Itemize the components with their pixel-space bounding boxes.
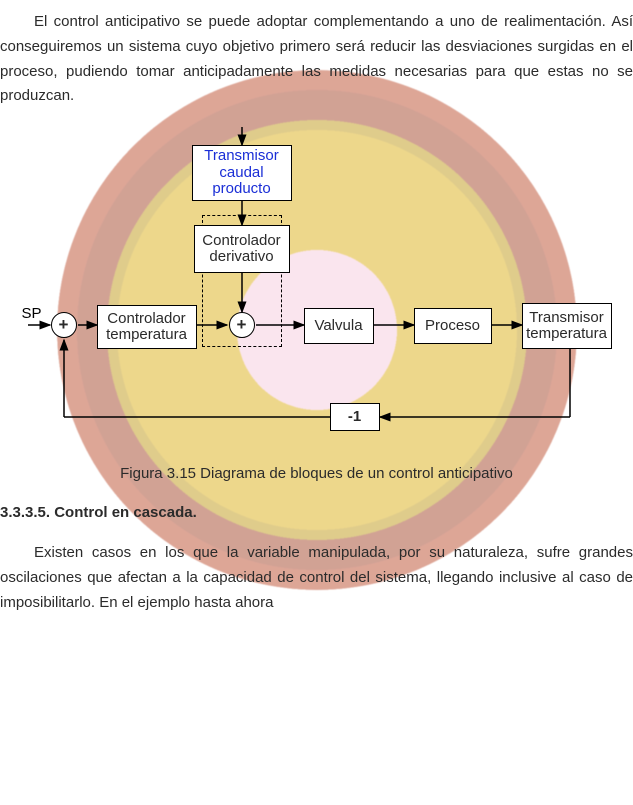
sum-node-1: +: [51, 312, 77, 338]
block-diagram: SP + Controlador temperatura Transmisor …: [22, 127, 612, 457]
block-valvula: Valvula: [304, 308, 374, 344]
figure-caption: Figura 3.15 Diagrama de bloques de un co…: [0, 465, 633, 482]
diagram-svg: [22, 127, 612, 457]
paragraph-1: El control anticipativo se puede adoptar…: [0, 10, 633, 109]
paragraph-2: Existen casos en los que la variable man…: [0, 541, 633, 615]
sp-label: SP: [22, 305, 42, 322]
block-controlador-derivativo: Controlador derivativo: [194, 225, 290, 273]
page-content: El control anticipativo se puede adoptar…: [0, 0, 633, 615]
block-gain-neg1: -1: [330, 403, 380, 431]
block-controlador-temperatura: Controlador temperatura: [97, 305, 197, 349]
section-heading: 3.3.3.5. Control en cascada.: [0, 504, 633, 521]
block-proceso: Proceso: [414, 308, 492, 344]
block-transmisor-caudal: Transmisor caudal producto: [192, 145, 292, 201]
sum-node-2: +: [229, 312, 255, 338]
block-transmisor-temperatura: Transmisor temperatura: [522, 303, 612, 349]
